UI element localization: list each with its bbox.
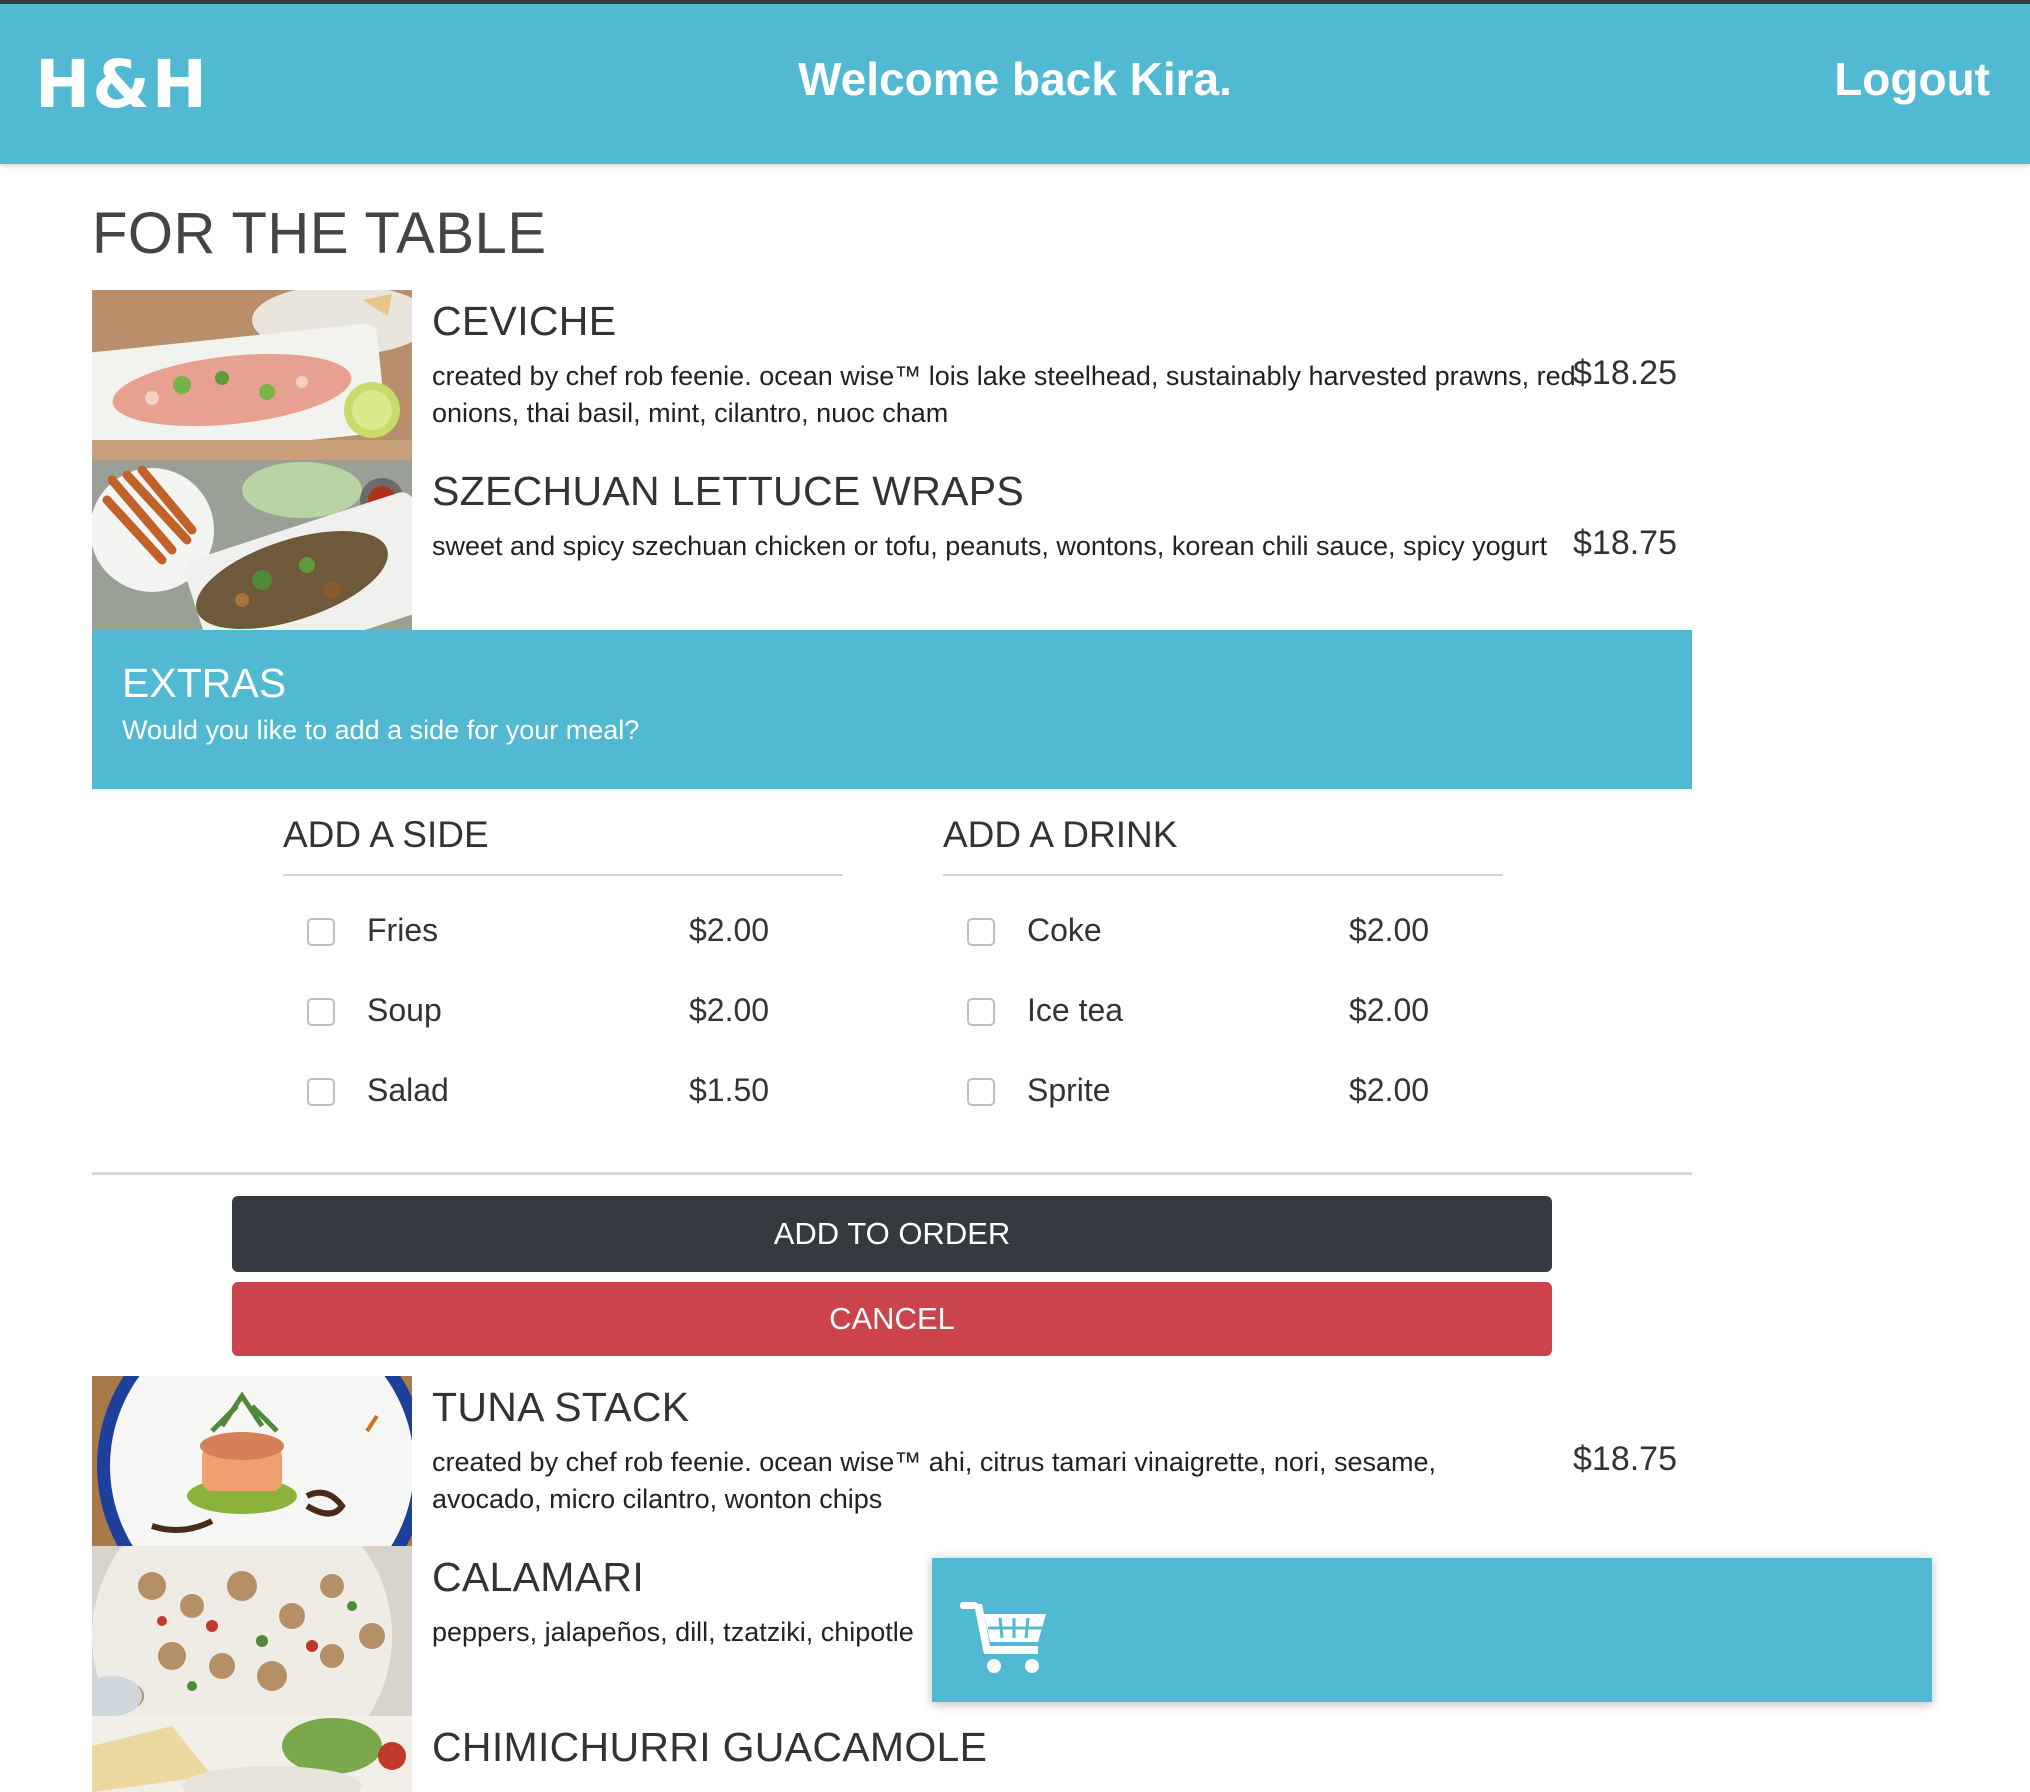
extras-title: EXTRAS	[122, 660, 287, 706]
calamari-photo	[92, 1546, 412, 1716]
divider	[283, 874, 843, 876]
option-label: Ice tea	[1027, 992, 1124, 1028]
menu-item-ceviche[interactable]: CEVICHE created by chef rob feenie. ocea…	[92, 290, 1692, 460]
item-name: SZECHUAN LETTUCE WRAPS	[432, 468, 1025, 514]
option-price: $2.00	[1349, 912, 1430, 948]
guacamole-photo	[92, 1716, 412, 1792]
item-name: CALAMARI	[432, 1554, 645, 1600]
side-option-fries[interactable]: Fries $2.00	[283, 888, 843, 968]
divider	[943, 874, 1503, 876]
option-price: $2.00	[1349, 1072, 1430, 1108]
option-label: Sprite	[1027, 1072, 1111, 1108]
logout-link[interactable]: Logout	[1834, 52, 1990, 106]
cancel-button[interactable]: CANCEL	[232, 1282, 1552, 1356]
item-description: sweet and spicy szechuan chicken or tofu…	[432, 531, 1548, 561]
section-title: FOR THE TABLE	[92, 201, 547, 266]
option-price: $1.50	[689, 1072, 770, 1108]
lettuce-wraps-photo	[92, 460, 412, 630]
add-a-drink-title: ADD A DRINK	[943, 814, 1178, 855]
checkbox[interactable]	[307, 918, 335, 946]
tuna-stack-photo	[92, 1376, 412, 1546]
side-option-salad[interactable]: Salad $1.50	[283, 1048, 843, 1128]
menu-item-tuna-stack[interactable]: TUNA STACK created by chef rob feenie. o…	[92, 1376, 1692, 1546]
checkbox[interactable]	[967, 918, 995, 946]
ceviche-photo	[92, 290, 412, 460]
item-price: $18.25	[1573, 354, 1677, 392]
shopping-cart-icon[interactable]	[960, 1596, 1050, 1681]
checkbox[interactable]	[967, 998, 995, 1026]
option-label: Salad	[367, 1072, 449, 1108]
checkbox[interactable]	[307, 998, 335, 1026]
extras-divider	[92, 1172, 1692, 1175]
option-label: Fries	[367, 912, 439, 948]
add-a-side-group: ADD A SIDE Fries $2.00 Soup $2.00 Salad …	[283, 810, 843, 1128]
option-label: Soup	[367, 992, 442, 1028]
option-price: $2.00	[689, 912, 770, 948]
add-a-side-title: ADD A SIDE	[283, 814, 489, 855]
side-option-soup[interactable]: Soup $2.00	[283, 968, 843, 1048]
option-label: Coke	[1027, 912, 1102, 948]
cart-bar[interactable]	[932, 1558, 1932, 1702]
extras-banner: EXTRAS Would you like to add a side for …	[92, 630, 1692, 789]
menu-item-chimichurri-guacamole[interactable]: CHIMICHURRI GUACAMOLE	[92, 1716, 1692, 1792]
drink-option-sprite[interactable]: Sprite $2.00	[943, 1048, 1503, 1128]
extras-subtitle: Would you like to add a side for your me…	[122, 715, 640, 745]
drink-option-coke[interactable]: Coke $2.00	[943, 888, 1503, 968]
add-to-order-button[interactable]: ADD TO ORDER	[232, 1196, 1552, 1272]
item-name: CHIMICHURRI GUACAMOLE	[432, 1724, 988, 1770]
option-price: $2.00	[689, 992, 770, 1028]
item-name: TUNA STACK	[432, 1384, 690, 1430]
item-description: created by chef rob feenie. ocean wise™ …	[432, 361, 1576, 428]
checkbox[interactable]	[967, 1078, 995, 1106]
item-price: $18.75	[1573, 1440, 1677, 1478]
checkbox[interactable]	[307, 1078, 335, 1106]
drink-option-ice-tea[interactable]: Ice tea $2.00	[943, 968, 1503, 1048]
site-header: H&H Welcome back Kira. Logout	[0, 4, 2030, 164]
item-description: created by chef rob feenie. ocean wise™ …	[432, 1447, 1436, 1514]
item-name: CEVICHE	[432, 298, 617, 344]
item-price: $18.75	[1573, 524, 1677, 562]
welcome-message: Welcome back Kira.	[798, 53, 1232, 105]
add-a-drink-group: ADD A DRINK Coke $2.00 Ice tea $2.00 Spr…	[943, 810, 1503, 1128]
menu-item-szechuan-lettuce-wraps[interactable]: SZECHUAN LETTUCE WRAPS sweet and spicy s…	[92, 460, 1692, 630]
option-price: $2.00	[1349, 992, 1430, 1028]
